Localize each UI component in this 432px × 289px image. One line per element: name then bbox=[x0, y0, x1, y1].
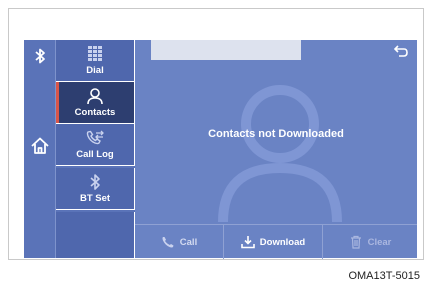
contacts-empty-message: Contacts not Downloaded bbox=[208, 128, 344, 140]
phone-icon bbox=[162, 237, 174, 248]
sidebar-item-call-log[interactable]: Call Log bbox=[56, 124, 135, 166]
download-button[interactable]: Download bbox=[223, 225, 323, 259]
phone-arrows-icon bbox=[86, 130, 104, 145]
sidebar-item-label: Call Log bbox=[76, 149, 114, 160]
clear-button-label: Clear bbox=[367, 236, 392, 248]
contacts-placeholder-icon bbox=[218, 85, 342, 222]
sidebar-item-label: Contacts bbox=[74, 107, 116, 118]
sidebar-item-bt-set[interactable]: BT Set bbox=[56, 168, 135, 210]
sidebar-item-label: BT Set bbox=[79, 193, 111, 204]
contact-search-field[interactable] bbox=[151, 40, 301, 60]
home-icon[interactable] bbox=[30, 136, 50, 156]
dialpad-icon bbox=[88, 46, 102, 61]
back-icon[interactable] bbox=[393, 44, 409, 58]
download-button-label: Download bbox=[259, 236, 306, 248]
download-icon bbox=[240, 236, 255, 249]
trash-icon bbox=[350, 235, 361, 249]
contacts-action-bar: Call Download Clear bbox=[135, 224, 417, 259]
sidebar-item-dial[interactable]: Dial bbox=[56, 40, 135, 82]
head-unit-screen: Dial Contacts Call Log BT Set Contacts n… bbox=[24, 40, 417, 259]
sidebar-empty-slot bbox=[56, 212, 135, 258]
bluetooth-icon bbox=[90, 174, 100, 190]
person-icon bbox=[87, 88, 103, 105]
figure-code: OMA13T-5015 bbox=[348, 270, 420, 282]
call-button[interactable]: Call bbox=[135, 225, 223, 259]
call-button-label: Call bbox=[179, 236, 198, 248]
phone-menu-sidebar: Dial Contacts Call Log BT Set bbox=[56, 40, 135, 258]
contacts-panel: Contacts not Downloaded Call Download Cl… bbox=[135, 40, 417, 259]
clear-button[interactable]: Clear bbox=[323, 225, 417, 259]
sidebar-item-label: Dial bbox=[86, 65, 104, 76]
sidebar-item-contacts[interactable]: Contacts bbox=[56, 82, 135, 124]
left-icon-column bbox=[24, 40, 56, 258]
bluetooth-status-icon bbox=[35, 48, 45, 64]
